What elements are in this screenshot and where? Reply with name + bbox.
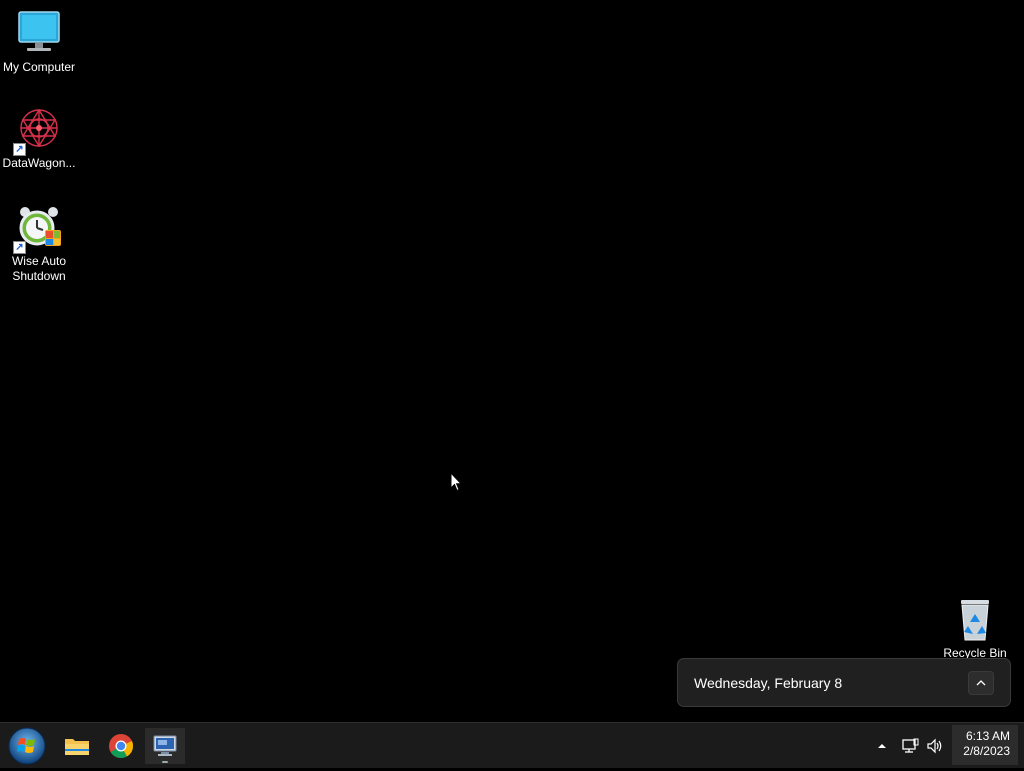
taskbar-file-explorer[interactable] [57, 728, 97, 764]
shortcut-arrow-icon: ↗ [13, 241, 26, 254]
volume-icon [927, 738, 942, 754]
windows-orb-icon [8, 727, 46, 765]
datawagon-icon: ↗ [13, 106, 63, 156]
taskbar-chrome[interactable] [101, 728, 141, 764]
clock-date: 2/8/2023 [963, 744, 1010, 758]
taskbar-remote-desktop[interactable] [145, 728, 185, 764]
tray-network-button[interactable] [901, 737, 919, 755]
clock-time: 6:13 AM [965, 729, 1010, 743]
desktop-icon-label: Wise Auto Shutdown [11, 254, 67, 283]
taskbar-clock[interactable]: 6:13 AM 2/8/2023 [952, 725, 1018, 765]
desktop-icon-recycle-bin[interactable]: Recycle Bin [936, 596, 1014, 661]
network-icon [902, 738, 919, 753]
tray-overflow-button[interactable] [873, 737, 891, 755]
remote-desktop-icon [153, 735, 177, 756]
calendar-flyout: Wednesday, February 8 [677, 658, 1011, 707]
tray-volume-button[interactable] [926, 737, 944, 755]
flyout-expand-button[interactable] [968, 670, 994, 695]
desktop-icon-wise-auto-shutdown[interactable]: ↗ Wise Auto Shutdown [0, 204, 78, 284]
desktop-icon-my-computer[interactable]: My Computer [0, 10, 78, 75]
desktop-icon-label: My Computer [2, 60, 76, 74]
recycle-bin-icon [951, 596, 999, 644]
taskbar: 6:13 AM 2/8/2023 [0, 722, 1024, 768]
start-button[interactable] [6, 726, 48, 766]
desktop-icon-datawagon[interactable]: ↗ DataWagon... [0, 106, 78, 171]
monitor-icon [15, 10, 63, 58]
desktop-icon-label: DataWagon... [2, 156, 76, 170]
mouse-cursor-icon [450, 471, 463, 492]
chevron-up-icon [976, 679, 986, 685]
running-indicator [162, 761, 168, 763]
alarm-clock-icon: ↗ [13, 204, 63, 254]
shortcut-arrow-icon: ↗ [13, 143, 26, 156]
caret-up-icon [878, 744, 886, 748]
chrome-icon [109, 734, 134, 759]
flyout-date-text: Wednesday, February 8 [694, 674, 843, 691]
folder-icon [65, 739, 89, 755]
